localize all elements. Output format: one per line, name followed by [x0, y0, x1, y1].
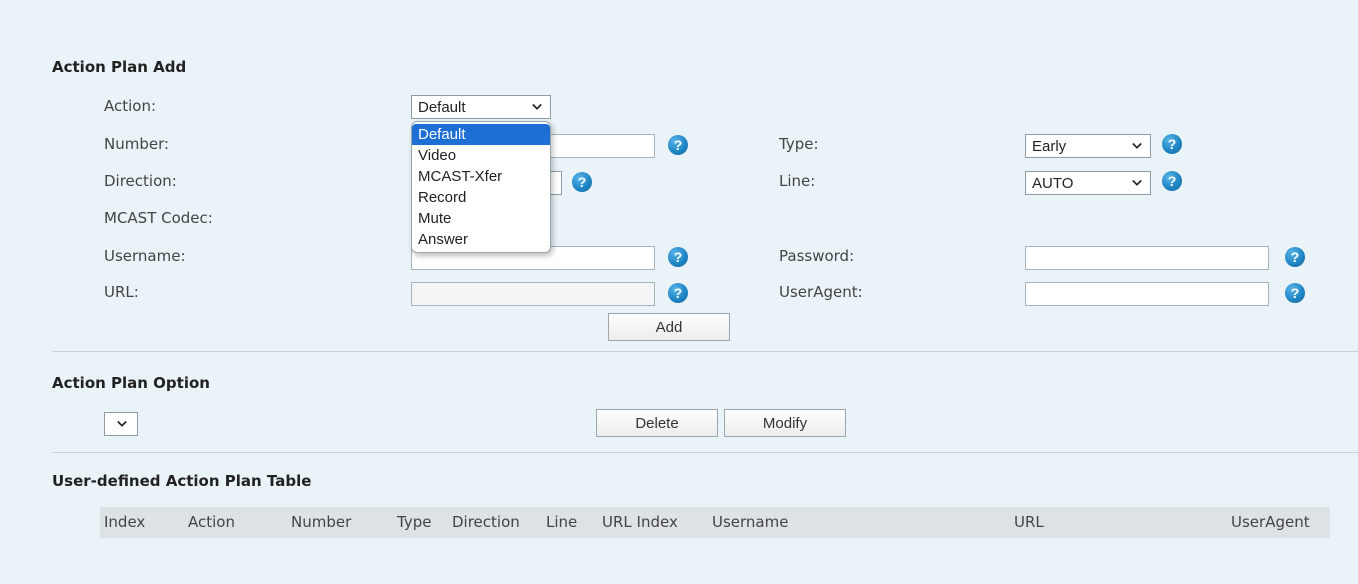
action-option-default[interactable]: Default	[412, 124, 550, 145]
chevron-down-icon	[1132, 141, 1142, 151]
mcast-codec-label: MCAST Codec:	[104, 209, 213, 227]
action-option-mute[interactable]: Mute	[412, 208, 550, 229]
action-plan-option-select[interactable]	[104, 412, 138, 436]
username-help-icon[interactable]: ?	[668, 247, 688, 267]
column-header-type: Type	[397, 513, 432, 531]
password-help-icon[interactable]: ?	[1285, 247, 1305, 267]
modify-button[interactable]: Modify	[724, 409, 846, 437]
column-header-number: Number	[291, 513, 352, 531]
action-label: Action:	[104, 97, 157, 115]
column-header-url-index: URL Index	[602, 513, 678, 531]
number-label: Number:	[104, 135, 170, 153]
action-select-value: Default	[418, 98, 466, 116]
column-header-username: Username	[712, 513, 789, 531]
column-header-direction: Direction	[452, 513, 520, 531]
section-title-action-plan-add: Action Plan Add	[52, 58, 187, 76]
add-button[interactable]: Add	[608, 313, 730, 341]
action-dropdown-list: Default Video MCAST-Xfer Record Mute Ans…	[411, 121, 551, 253]
table-header-row: Index Action Number Type Direction Line …	[100, 507, 1330, 538]
username-label: Username:	[104, 247, 186, 265]
useragent-help-icon[interactable]: ?	[1285, 283, 1305, 303]
section-title-action-plan-option: Action Plan Option	[52, 374, 210, 392]
action-option-video[interactable]: Video	[412, 145, 550, 166]
column-header-line: Line	[546, 513, 578, 531]
section-title-user-defined-table: User-defined Action Plan Table	[52, 472, 312, 490]
direction-help-icon[interactable]: ?	[572, 172, 592, 192]
url-help-icon[interactable]: ?	[668, 283, 688, 303]
chevron-down-icon	[532, 102, 542, 112]
delete-button[interactable]: Delete	[596, 409, 718, 437]
line-help-icon[interactable]: ?	[1162, 171, 1182, 191]
action-select[interactable]: Default	[411, 95, 551, 119]
column-header-action: Action	[188, 513, 235, 531]
line-select[interactable]: AUTO	[1025, 171, 1151, 195]
section-divider	[52, 452, 1358, 453]
action-option-answer[interactable]: Answer	[412, 229, 550, 250]
type-select[interactable]: Early	[1025, 134, 1151, 158]
type-label: Type:	[779, 135, 819, 153]
column-header-useragent: UserAgent	[1231, 513, 1310, 531]
number-help-icon[interactable]: ?	[668, 135, 688, 155]
useragent-input[interactable]	[1025, 282, 1269, 306]
line-label: Line:	[779, 172, 816, 190]
chevron-down-icon	[117, 419, 127, 429]
section-divider	[52, 351, 1358, 352]
column-header-index: Index	[104, 513, 146, 531]
password-input[interactable]	[1025, 246, 1269, 270]
direction-label: Direction:	[104, 172, 177, 190]
url-label: URL:	[104, 283, 139, 301]
line-select-value: AUTO	[1032, 174, 1074, 192]
column-header-url: URL	[1014, 513, 1044, 531]
url-input[interactable]	[411, 282, 655, 306]
action-option-mcast-xfer[interactable]: MCAST-Xfer	[412, 166, 550, 187]
useragent-label: UserAgent:	[779, 283, 863, 301]
action-option-record[interactable]: Record	[412, 187, 550, 208]
type-help-icon[interactable]: ?	[1162, 134, 1182, 154]
chevron-down-icon	[1132, 178, 1142, 188]
type-select-value: Early	[1032, 137, 1067, 155]
password-label: Password:	[779, 247, 855, 265]
